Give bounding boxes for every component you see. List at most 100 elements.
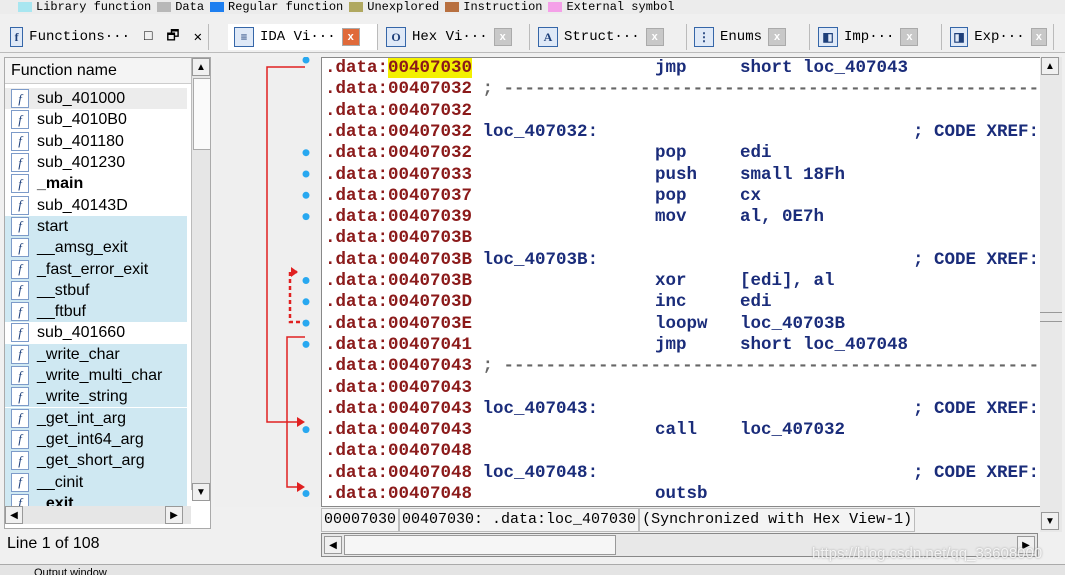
tab-label: Struct···: [564, 29, 640, 45]
legend-swatch: [18, 1, 32, 12]
scroll-thumb[interactable]: [193, 78, 211, 150]
selected-address: .data:00407030: [325, 58, 473, 78]
function-row[interactable]: f __ftbuf: [5, 301, 187, 323]
function-row[interactable]: f __cinit: [5, 471, 187, 493]
operand[interactable]: small 18Fh: [740, 165, 845, 186]
legend-item: Instruction: [445, 0, 542, 14]
tab-enums[interactable]: ⋮ Enums x: [688, 24, 810, 50]
operand[interactable]: loc_40703B: [740, 314, 845, 335]
tab-exp[interactable]: ◨ Exp··· x: [944, 24, 1054, 50]
code-label[interactable]: loc_407048:: [483, 463, 599, 483]
function-name: sub_401660: [37, 324, 126, 342]
scroll-up-button[interactable]: ▲: [1041, 57, 1059, 75]
code-line[interactable]: .data:00407032: [325, 101, 1040, 122]
code-line[interactable]: .data:00407030 jmp short loc_407043: [325, 58, 1040, 79]
code-line[interactable]: .data:00407048 outsb: [325, 484, 1040, 505]
line-dot: [302, 56, 310, 64]
code-line[interactable]: .data:00407033 push small 18Fh: [325, 165, 1040, 186]
code-line[interactable]: .data:00407039 mov al, 0E7h: [325, 207, 1040, 228]
tab-idavi[interactable]: ≡ IDA Vi··· x: [228, 24, 378, 50]
functions-hscrollbar[interactable]: ◀ ▶: [5, 506, 191, 524]
function-row[interactable]: f _write_multi_char: [5, 364, 187, 387]
function-row[interactable]: f sub_4010B0: [5, 109, 187, 131]
function-row[interactable]: f sub_401180: [5, 130, 187, 152]
float-icon[interactable]: 🗗: [166, 25, 179, 49]
function-row[interactable]: f _get_short_arg: [5, 450, 187, 472]
function-row[interactable]: f _get_int64_arg: [5, 428, 187, 451]
operand[interactable]: edi: [740, 292, 772, 313]
scroll-thumb[interactable]: [344, 535, 616, 555]
function-icon: f: [11, 195, 29, 215]
tab-imp[interactable]: ◧ Imp··· x: [812, 24, 942, 50]
tab-struct[interactable]: A Struct··· x: [532, 24, 687, 50]
function-row[interactable]: f sub_401230: [5, 151, 187, 174]
function-row[interactable]: f _write_char: [5, 343, 187, 365]
scroll-up-button[interactable]: ▲: [192, 58, 210, 76]
code-line[interactable]: .data:00407032 ; -----------------------…: [325, 79, 1040, 100]
code-line[interactable]: .data:00407037 pop cx: [325, 186, 1040, 207]
legend-label: External symbol: [566, 0, 675, 14]
scroll-down-button[interactable]: ▼: [1041, 512, 1059, 530]
operand[interactable]: short loc_407048: [740, 335, 908, 356]
operand[interactable]: short loc_407043: [740, 58, 908, 79]
code-line[interactable]: .data:0040703B loc_40703B: ; CODE XREF:: [325, 250, 1040, 271]
close-tab-icon[interactable]: x: [900, 28, 919, 46]
code-line[interactable]: .data:00407048 loc_407048: ; CODE XREF:: [325, 463, 1040, 484]
close-tab-icon[interactable]: x: [1030, 28, 1047, 46]
code-label[interactable]: loc_407032:: [483, 122, 599, 142]
scroll-left-button[interactable]: ◀: [324, 536, 342, 554]
function-row[interactable]: f sub_401000: [5, 88, 187, 110]
line-address: .data:00407032: [325, 100, 473, 121]
function-row[interactable]: f __amsg_exit: [5, 237, 187, 259]
close-icon[interactable]: ✕: [194, 29, 202, 46]
line-address: .data:00407032: [325, 121, 473, 142]
close-tab-icon[interactable]: x: [493, 28, 512, 46]
function-row[interactable]: f sub_40143D: [5, 194, 187, 216]
code-vscrollbar[interactable]: ▲ ▼: [1040, 57, 1062, 532]
function-row[interactable]: f __stbuf: [5, 279, 187, 301]
output-window-title[interactable]: Output window: [0, 564, 1065, 575]
file-offset: 00007030: [321, 508, 400, 532]
scroll-down-button[interactable]: ▼: [192, 483, 210, 501]
code-line[interactable]: .data:0040703E loopw loc_40703B: [325, 314, 1040, 335]
code-line[interactable]: .data:00407041 jmp short loc_407048: [325, 335, 1040, 356]
code-line[interactable]: .data:00407043 call loc_407032: [325, 420, 1040, 441]
code-line[interactable]: .data:00407043 loc_407043: ; CODE XREF:: [325, 399, 1040, 420]
scroll-left-button[interactable]: ◀: [5, 506, 23, 524]
code-line[interactable]: .data:00407032 pop edi: [325, 143, 1040, 164]
function-row[interactable]: f _write_string: [5, 386, 187, 408]
code-line[interactable]: .data:0040703D inc edi: [325, 292, 1040, 313]
operand[interactable]: cx: [740, 186, 761, 207]
code-line[interactable]: .data:0040703B: [325, 228, 1040, 249]
functions-vscrollbar[interactable]: ▲ ▼: [191, 58, 211, 501]
operand[interactable]: loc_407032: [740, 420, 845, 441]
legend-label: Unexplored: [367, 0, 440, 14]
legend-bar: Library function Data Regular function Unex…: [0, 0, 1065, 14]
code-line[interactable]: .data:00407043 ; -----------------------…: [325, 356, 1040, 377]
disassembly-view[interactable]: .data:00407030 jmp short loc_407043 .data:0…: [321, 57, 1041, 507]
function-name-column-header[interactable]: Function name: [5, 58, 191, 84]
operand[interactable]: al, 0E7h: [740, 207, 824, 228]
code-line[interactable]: .data:0040703B xor [edi], al: [325, 271, 1040, 292]
function-row[interactable]: f _get_int_arg: [5, 407, 187, 429]
function-row[interactable]: f sub_401660: [5, 322, 187, 344]
close-tab-icon[interactable]: x: [768, 28, 787, 46]
function-row[interactable]: f start: [5, 215, 187, 238]
close-tab-icon[interactable]: x: [645, 28, 664, 46]
function-icon: f: [11, 110, 29, 130]
close-tab-icon[interactable]: x: [341, 28, 360, 46]
tab-hexvi[interactable]: O Hex Vi··· x: [380, 24, 530, 50]
code-line[interactable]: .data:00407048: [325, 441, 1040, 462]
scroll-right-button[interactable]: ▶: [165, 506, 183, 524]
tab-functions[interactable]: f Functions··· □ 🗗 ✕: [4, 24, 209, 50]
code-line[interactable]: .data:00407032 loc_407032: ; CODE XREF:: [325, 122, 1040, 143]
code-label[interactable]: loc_407043:: [483, 399, 599, 419]
operand[interactable]: edi: [740, 143, 772, 164]
code-label[interactable]: loc_40703B:: [483, 250, 599, 270]
function-row[interactable]: f _main: [5, 173, 187, 195]
scroll-thumb[interactable]: [1040, 312, 1062, 322]
code-line[interactable]: .data:00407043: [325, 378, 1040, 399]
maximize-icon[interactable]: □: [144, 29, 152, 45]
function-row[interactable]: f _fast_error_exit: [5, 258, 187, 280]
operand[interactable]: [edi], al: [740, 271, 835, 292]
